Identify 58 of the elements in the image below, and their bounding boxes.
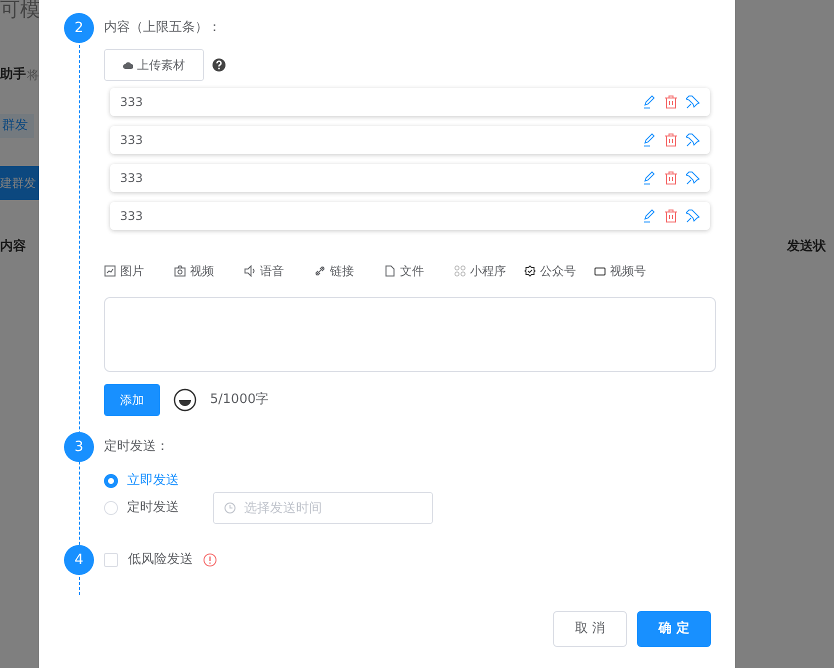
column-header: 内容 <box>0 238 26 256</box>
screen-icon <box>594 265 606 277</box>
media-type-button[interactable]: 视频 <box>174 262 244 280</box>
column-header: 助手 <box>0 66 26 84</box>
media-type-button[interactable]: 文件 <box>384 262 454 280</box>
grid-icon <box>454 265 466 277</box>
trash-icon <box>664 133 678 147</box>
camera-icon <box>174 265 186 277</box>
step-number: 2 <box>64 13 94 43</box>
message-textarea[interactable] <box>104 297 716 372</box>
char-counter: 5/1000字 <box>210 391 269 410</box>
clock-icon <box>224 502 236 514</box>
help-icon <box>212 58 226 72</box>
media-type-button[interactable]: 链接 <box>314 262 384 280</box>
checkbox-label: 低风险发送 <box>128 551 193 570</box>
pencil-icon <box>642 171 656 185</box>
confirm-button[interactable]: 确 定 <box>637 611 711 647</box>
radio-button[interactable] <box>104 474 118 488</box>
trash-icon <box>664 95 678 109</box>
pencil-icon <box>642 209 656 223</box>
media-type-button[interactable]: 公众号 <box>524 262 594 280</box>
media-type-button[interactable]: 小程序 <box>454 262 524 280</box>
item-text: 333 <box>120 208 144 225</box>
warning-icon <box>203 553 217 567</box>
link-icon <box>314 265 326 277</box>
media-type-button[interactable]: 视频号 <box>594 262 664 280</box>
item-text: 333 <box>120 94 144 111</box>
step-number: 3 <box>64 432 94 462</box>
file-icon <box>384 265 396 277</box>
pin-icon <box>686 133 700 147</box>
trash-icon <box>664 209 678 223</box>
media-type-button[interactable]: 语音 <box>244 262 314 280</box>
add-button[interactable]: 添加 <box>104 384 160 416</box>
section-label: 内容（上限五条）： <box>104 19 221 38</box>
item-text: 333 <box>120 170 144 187</box>
time-picker-field[interactable]: 选择发送时间 <box>213 492 433 524</box>
cloud-icon <box>123 61 133 69</box>
item-text: 333 <box>120 132 144 149</box>
radio-label: 立即发送 <box>127 472 180 490</box>
image-icon <box>104 265 116 277</box>
section-label: 定时发送： <box>104 438 169 456</box>
step-number: 4 <box>64 545 94 575</box>
checkbox[interactable] <box>104 553 118 567</box>
pin-icon <box>686 171 700 185</box>
speaker-icon <box>244 265 256 277</box>
badge-icon <box>524 265 536 277</box>
media-type-button[interactable]: 图片 <box>104 262 174 280</box>
pencil-icon <box>642 95 656 109</box>
column-header: 发送状 <box>787 238 826 256</box>
page-title: 可模 <box>0 0 40 23</box>
radio-label: 定时发送 <box>127 499 180 518</box>
pin-icon <box>686 95 700 109</box>
emoji-icon[interactable] <box>173 388 197 412</box>
cancel-button[interactable]: 取 消 <box>553 611 627 647</box>
upload-button[interactable]: 上传素材 <box>104 49 204 81</box>
pencil-icon <box>642 133 656 147</box>
pin-icon <box>686 209 700 223</box>
trash-icon <box>664 171 678 185</box>
